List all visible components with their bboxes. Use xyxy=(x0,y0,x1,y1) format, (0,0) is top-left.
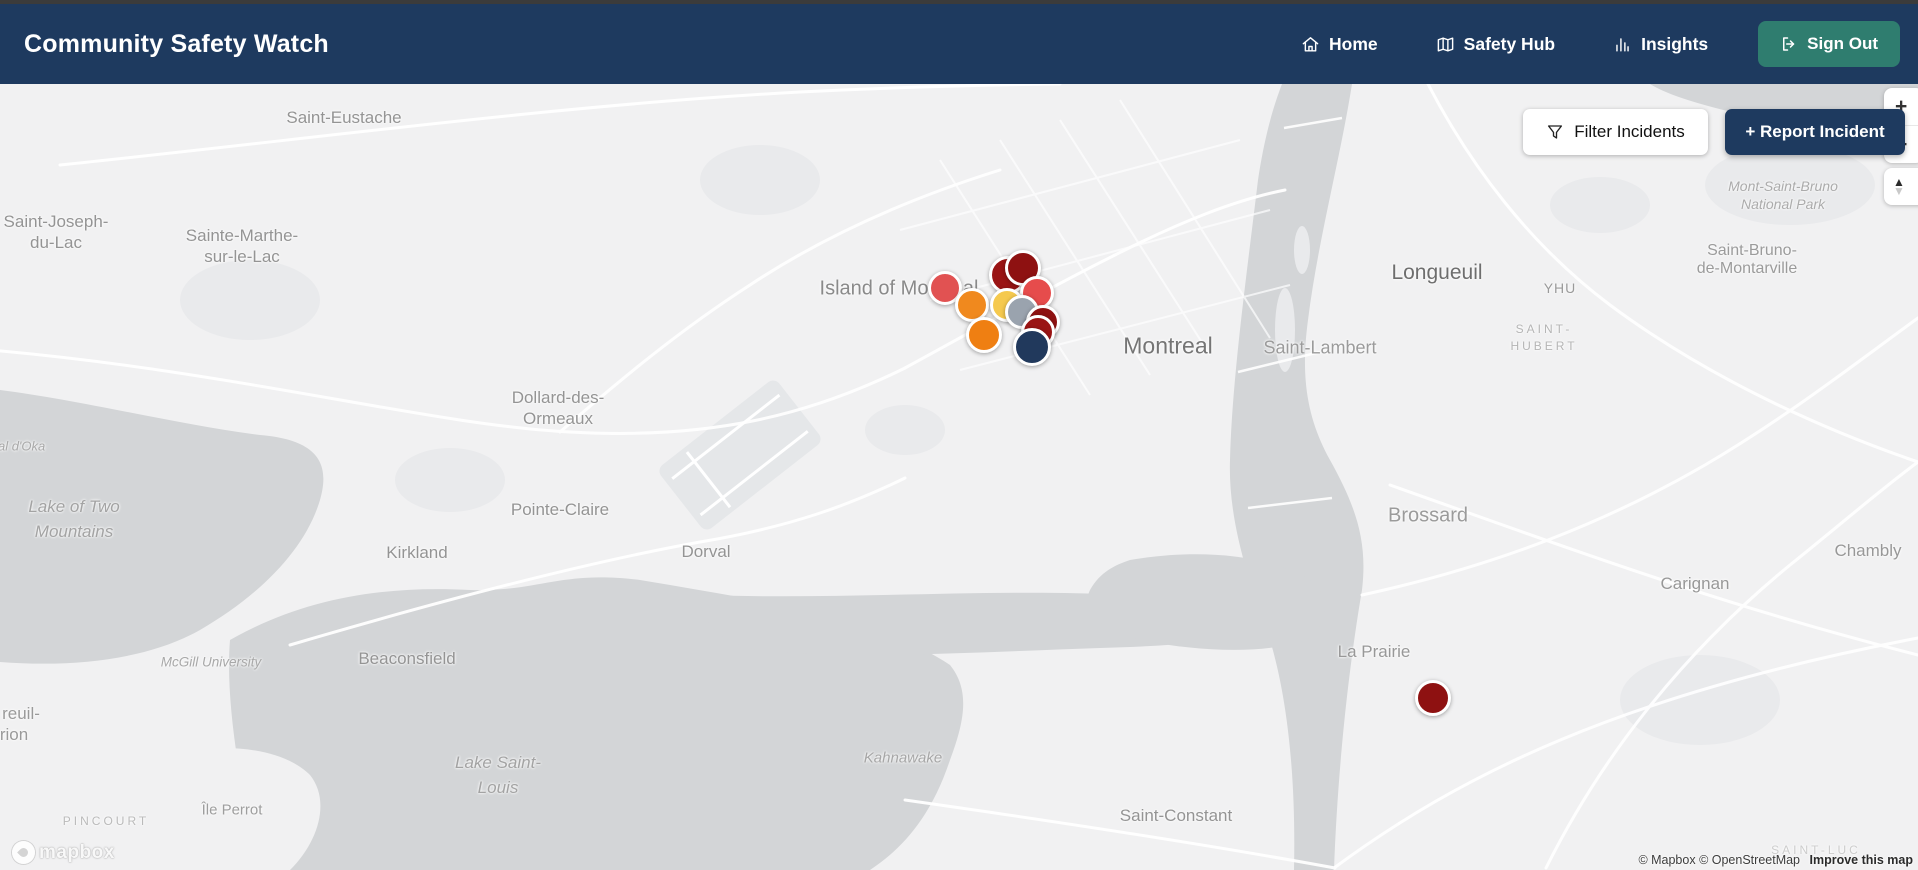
nav-insights-label: Insights xyxy=(1641,33,1709,54)
map-attribution: © Mapbox © OpenStreetMap Improve this ma… xyxy=(1638,853,1913,867)
nav-safety-hub-label: Safety Hub xyxy=(1463,33,1556,54)
mapbox-logo-icon xyxy=(12,841,35,864)
map-canvas[interactable]: Saint-Eustache Saint-Joseph-du-Lac Sainte-… xyxy=(0,0,1918,870)
mapbox-logo-text: mapbox xyxy=(39,841,115,863)
filter-incidents-button[interactable]: Filter Incidents xyxy=(1523,109,1708,155)
mapbox-attribution-link[interactable]: © Mapbox xyxy=(1638,853,1695,867)
home-icon xyxy=(1302,36,1319,52)
nav-item-safety-hub[interactable]: Safety Hub xyxy=(1436,34,1555,55)
incident-marker[interactable] xyxy=(1013,328,1051,366)
incident-marker[interactable] xyxy=(1415,680,1451,716)
app-title: Community Safety Watch xyxy=(24,29,329,58)
incident-marker[interactable] xyxy=(966,317,1002,353)
filter-incidents-label: Filter Incidents xyxy=(1574,122,1685,141)
nav-item-insights[interactable]: Insights xyxy=(1613,34,1708,55)
nav-home-label: Home xyxy=(1329,33,1378,54)
window-top-strip xyxy=(0,0,1918,4)
sign-out-icon xyxy=(1783,37,1795,51)
report-incident-button[interactable]: + Report Incident xyxy=(1725,109,1905,155)
nav-item-home[interactable]: Home xyxy=(1301,34,1378,55)
app-window: Saint-Eustache Saint-Joseph-du-Lac Sainte-… xyxy=(0,0,1918,870)
sign-out-button[interactable]: Sign Out xyxy=(1758,21,1900,67)
map-icon xyxy=(1437,36,1454,52)
app-header: Community Safety Watch Home Safety Hub I… xyxy=(0,4,1918,84)
bar-chart-icon xyxy=(1616,37,1629,52)
pitch-down-icon: ▼ xyxy=(1893,183,1905,198)
main-nav: Home Safety Hub Insights Sign Out xyxy=(1301,21,1900,67)
funnel-icon xyxy=(1548,125,1563,139)
map-pitch-control[interactable]: ▲ ▼ xyxy=(1884,168,1918,205)
mapbox-logo[interactable]: mapbox xyxy=(12,841,115,864)
report-incident-label: + Report Incident xyxy=(1745,122,1885,141)
sign-out-label: Sign Out xyxy=(1807,34,1878,53)
improve-map-link[interactable]: Improve this map xyxy=(1810,853,1914,867)
osm-attribution-link[interactable]: © OpenStreetMap xyxy=(1699,853,1800,867)
